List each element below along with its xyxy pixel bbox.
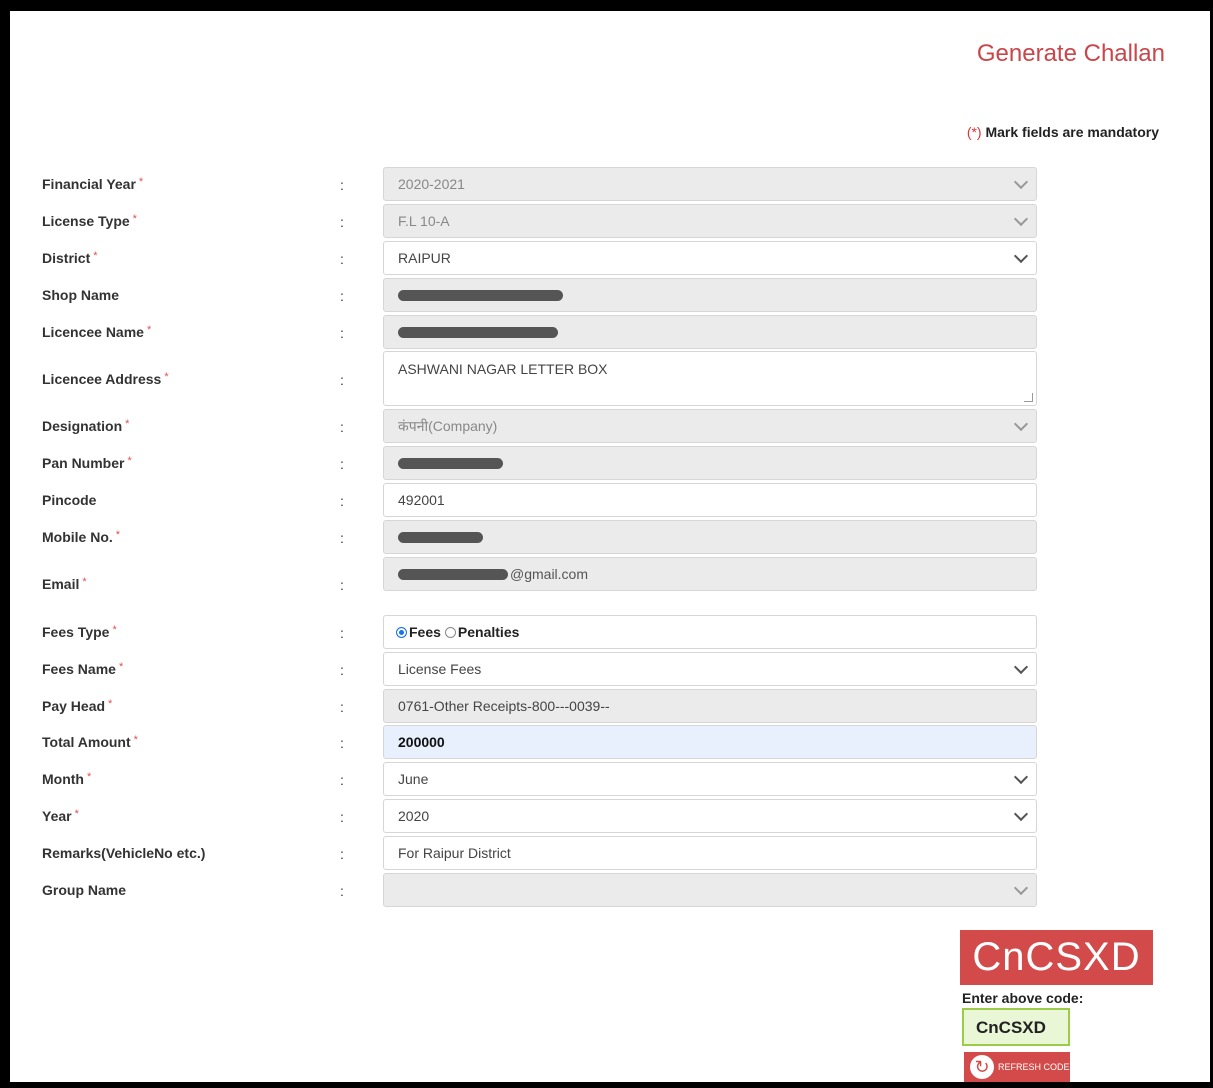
- fees-radio-label[interactable]: Fees: [409, 624, 441, 640]
- pincode-input[interactable]: 492001: [383, 483, 1037, 517]
- colon: :: [340, 530, 344, 546]
- email-input[interactable]: @gmail.com: [383, 557, 1037, 591]
- chevron-down-icon: [1013, 880, 1029, 896]
- remarks-label: Remarks(VehicleNo etc.): [42, 845, 206, 861]
- redacted-value: [398, 289, 563, 301]
- total-amount-input[interactable]: 200000: [383, 725, 1037, 759]
- refresh-code-label: REFRESH CODE: [998, 1062, 1070, 1072]
- chevron-down-icon: [1013, 248, 1029, 264]
- chevron-down-icon: [1013, 769, 1029, 785]
- mandatory-note: (*) Mark fields are mandatory: [967, 124, 1159, 140]
- shop-name-input[interactable]: [383, 278, 1037, 312]
- license-type-select[interactable]: F.L 10-A: [383, 204, 1037, 238]
- license-type-label: License Type *: [42, 213, 137, 229]
- colon: :: [340, 325, 344, 341]
- captcha-prompt: Enter above code:: [962, 990, 1084, 1006]
- year-label: Year *: [42, 808, 79, 824]
- designation-select[interactable]: कंपनी(Company): [383, 409, 1037, 443]
- mobile-no-input[interactable]: [383, 520, 1037, 554]
- colon: :: [340, 662, 344, 678]
- colon: :: [340, 625, 344, 641]
- remarks-input[interactable]: For Raipur District: [383, 836, 1037, 870]
- colon: :: [340, 809, 344, 825]
- captcha-image: CnCSXD: [960, 930, 1153, 985]
- district-label: District *: [42, 250, 98, 266]
- resize-handle[interactable]: [1024, 393, 1033, 402]
- refresh-icon: ↻: [970, 1055, 994, 1079]
- chevron-down-icon: [1013, 211, 1029, 227]
- colon: :: [340, 772, 344, 788]
- redacted-value: [398, 326, 558, 338]
- fees-type-label: Fees Type *: [42, 624, 117, 640]
- pan-number-input[interactable]: [383, 446, 1037, 480]
- financial-year-label: Financial Year *: [42, 176, 144, 192]
- mandatory-star: (*): [966, 124, 982, 140]
- chevron-down-icon: [1013, 659, 1029, 675]
- colon: :: [340, 883, 344, 899]
- colon: :: [340, 735, 344, 751]
- fees-name-label: Fees Name *: [42, 661, 124, 677]
- colon: :: [340, 288, 344, 304]
- licencee-name-label: Licencee Name *: [42, 324, 152, 340]
- mobile-no-label: Mobile No. *: [42, 529, 121, 545]
- total-amount-label: Total Amount *: [42, 734, 138, 750]
- licencee-name-input[interactable]: [383, 315, 1037, 349]
- captcha-input[interactable]: CnCSXD: [962, 1008, 1070, 1046]
- page-title: Generate Challan: [976, 40, 1165, 67]
- colon: :: [340, 493, 344, 509]
- designation-label: Designation *: [42, 418, 130, 434]
- colon: :: [340, 456, 344, 472]
- chevron-down-icon: [1013, 174, 1029, 190]
- colon: :: [340, 419, 344, 435]
- month-select[interactable]: June: [383, 762, 1037, 796]
- redacted-value: [398, 531, 483, 543]
- chevron-down-icon: [1013, 416, 1029, 432]
- shop-name-label: Shop Name: [42, 287, 120, 303]
- pay-head-label: Pay Head *: [42, 698, 113, 714]
- financial-year-select[interactable]: 2020-2021: [383, 167, 1037, 201]
- licencee-address-label: Licencee Address *: [42, 371, 169, 387]
- colon: :: [340, 846, 344, 862]
- redacted-value: [398, 568, 508, 580]
- colon: :: [340, 699, 344, 715]
- email-label: Email *: [42, 576, 87, 592]
- colon: :: [340, 177, 344, 193]
- fees-type-group: Fees Penalties: [383, 615, 1037, 649]
- district-select[interactable]: RAIPUR: [383, 241, 1037, 275]
- licencee-address-textarea[interactable]: ASHWANI NAGAR LETTER BOX: [383, 351, 1037, 406]
- colon: :: [340, 214, 344, 230]
- mandatory-text: Mark fields are mandatory: [985, 124, 1159, 140]
- redacted-value: [398, 457, 503, 469]
- fees-name-select[interactable]: License Fees: [383, 652, 1037, 686]
- colon: :: [340, 251, 344, 267]
- penalties-radio-label[interactable]: Penalties: [458, 624, 519, 640]
- group-name-select[interactable]: [383, 873, 1037, 907]
- year-select[interactable]: 2020: [383, 799, 1037, 833]
- penalties-radio[interactable]: [444, 626, 456, 638]
- fees-radio[interactable]: [396, 626, 407, 638]
- refresh-code-button[interactable]: ↻ REFRESH CODE: [964, 1052, 1070, 1082]
- pincode-label: Pincode: [42, 492, 97, 508]
- month-label: Month *: [42, 771, 92, 787]
- colon: :: [340, 372, 344, 388]
- pan-number-label: Pan Number *: [42, 455, 132, 471]
- colon: :: [340, 577, 344, 593]
- group-name-label: Group Name: [42, 882, 127, 898]
- pay-head-input[interactable]: 0761-Other Receipts-800---0039--: [383, 689, 1037, 723]
- chevron-down-icon: [1013, 806, 1029, 822]
